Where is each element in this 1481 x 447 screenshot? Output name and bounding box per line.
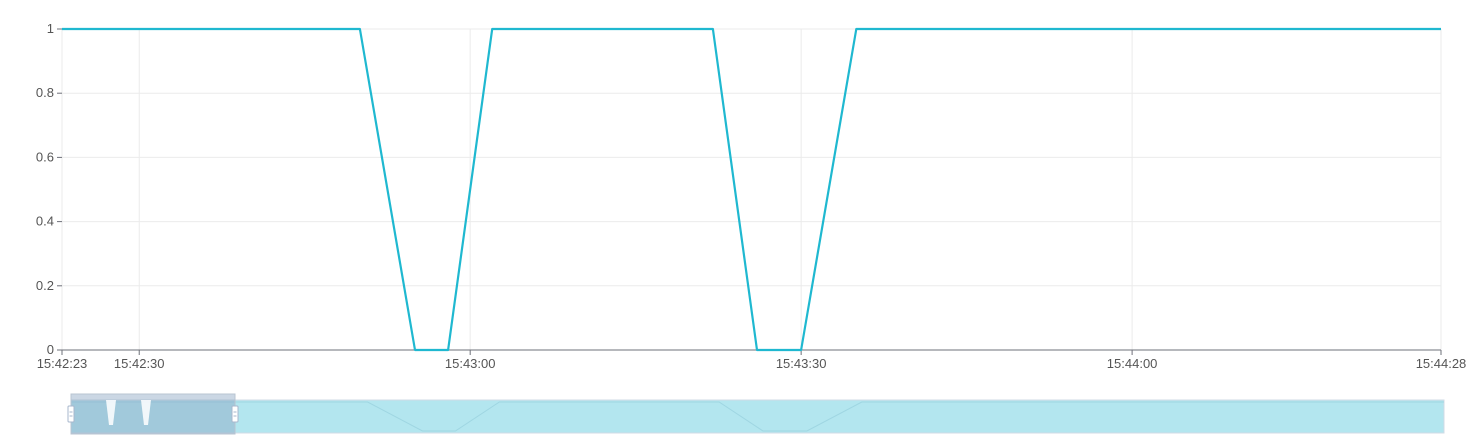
axes: 0 0.2 0.4 0.6 0.8 1 15:42:23 15:42:30 15:43:00 15… xyxy=(36,21,1466,371)
y-tick-label: 0.4 xyxy=(36,214,54,229)
x-tick-label: 15:42:23 xyxy=(37,356,88,371)
chart-container: 0 0.2 0.4 0.6 0.8 1 15:42:23 15:42:30 15:43:00 15… xyxy=(0,0,1481,447)
series-line xyxy=(62,27,1441,352)
y-tick-label: 1 xyxy=(47,21,54,36)
x-tick-label: 15:43:30 xyxy=(776,356,827,371)
zoom-track xyxy=(70,399,1445,434)
data-zoom-slider[interactable] xyxy=(67,393,1445,435)
x-tick-label: 15:44:00 xyxy=(1107,356,1158,371)
zoom-handle-left[interactable] xyxy=(67,405,75,423)
y-tick-label: 0.8 xyxy=(36,85,54,100)
zoom-handle-right[interactable] xyxy=(231,405,239,423)
grid-lines xyxy=(61,28,1442,351)
y-tick-label: 0.6 xyxy=(36,149,54,164)
x-tick-label: 15:44:28 xyxy=(1416,356,1467,371)
x-tick-label: 15:43:00 xyxy=(445,356,496,371)
y-tick-label: 0.2 xyxy=(36,278,54,293)
y-tick-label: 0 xyxy=(47,342,54,357)
line-chart: 0 0.2 0.4 0.6 0.8 1 15:42:23 15:42:30 15:43:00 15… xyxy=(36,21,1466,435)
series-layer xyxy=(62,27,1441,352)
x-tick-label: 15:42:30 xyxy=(114,356,165,371)
zoom-selected-window[interactable] xyxy=(70,393,236,435)
